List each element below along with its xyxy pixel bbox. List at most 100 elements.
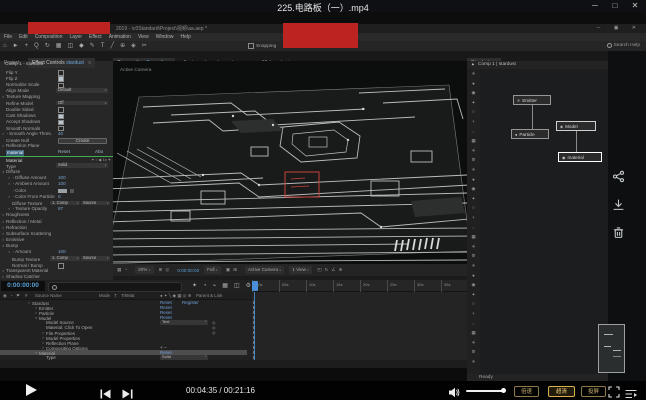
node-type-icon[interactable]: ✳ (467, 263, 480, 269)
node-type-icon[interactable]: ▦ (467, 138, 480, 144)
node-type-icon[interactable]: ✦ (467, 196, 480, 202)
column-parent-link[interactable]: Parent & Link (196, 293, 222, 298)
menu-animation[interactable]: Animation (109, 34, 131, 40)
player-button-item[interactable]: 超清 (548, 386, 575, 397)
node-type-icon[interactable]: ○ (467, 109, 480, 114)
type-tool-icon[interactable]: T (101, 42, 105, 50)
selection-tool-icon[interactable]: ► (13, 42, 19, 50)
viewer-timecode[interactable]: 0:00:00:00 (177, 268, 199, 273)
volume-button[interactable] (448, 385, 460, 400)
node-type-icon[interactable]: + (467, 215, 480, 220)
guides-icon[interactable]: ⊞ (233, 267, 237, 272)
reset-link[interactable]: Reset (58, 149, 70, 155)
node-type-icon[interactable]: ○ (467, 205, 480, 210)
node-type-icon[interactable]: ◉ (467, 90, 480, 96)
snapping-toggle[interactable]: Snapping (248, 43, 276, 49)
column-source-name[interactable]: Source Name (35, 293, 62, 298)
snapshot-icon[interactable]: ◎ (165, 267, 169, 272)
column-trkmat[interactable]: TrkMat (121, 293, 135, 298)
dropdown-source[interactable]: Source∨ (81, 256, 110, 261)
node-type-icon[interactable]: ◌ (467, 225, 480, 230)
dropdown-refine-model[interactable]: Off∨ (56, 101, 108, 106)
menu-composition[interactable]: Composition (35, 34, 63, 40)
motion-blur-icon[interactable]: ▦ (222, 282, 228, 290)
node-type-icon[interactable]: ⚙ (467, 349, 480, 355)
color-swatch[interactable] (58, 189, 67, 193)
node-type-icon[interactable]: ☀ (467, 244, 480, 250)
play-button[interactable] (26, 384, 37, 396)
node-type-icon[interactable]: ▦ (467, 330, 480, 336)
frame-blending-icon[interactable]: ⌁ (213, 282, 217, 290)
composition-viewer[interactable]: Active Camera (113, 61, 467, 264)
region-of-interest-icon[interactable]: ▣ (226, 267, 230, 272)
volume-handle[interactable] (501, 388, 506, 393)
node-particle[interactable]: ●Particle (511, 129, 549, 139)
eraser-tool-icon[interactable]: ◈ (131, 42, 136, 50)
node-type-icon[interactable]: ◉ (467, 186, 480, 192)
node-type-icon[interactable]: ⚙ (467, 253, 480, 259)
node-type-icon[interactable]: ✦ (467, 100, 480, 106)
download-button[interactable] (610, 196, 626, 212)
settings-icon[interactable]: ⚙ (246, 282, 251, 290)
shape-tool-icon[interactable]: ◆ (79, 42, 84, 50)
node-type-icon[interactable]: ✦ (467, 292, 480, 298)
brush-tool-icon[interactable]: ╱ (110, 42, 114, 50)
minimize-button[interactable]: ─ (588, 1, 602, 10)
node-material[interactable]: ◉material (558, 152, 602, 162)
dropdown-align-mode[interactable]: Default∨ (56, 88, 108, 93)
hand-tool-icon[interactable]: + (25, 42, 29, 50)
dropdown-type[interactable]: Solid∨ (160, 355, 208, 359)
share-button[interactable] (610, 168, 626, 184)
node-type-icon[interactable]: ● (467, 273, 480, 278)
home-icon[interactable]: ⌂ (3, 42, 7, 50)
volume-slider[interactable] (466, 390, 504, 392)
player-button-item[interactable]: 投屏 (581, 386, 606, 397)
composition-mini-flowchart-icon[interactable]: ✦ (192, 282, 197, 290)
draft-3d-icon[interactable]: ◔ (203, 282, 207, 290)
puppet-tool-icon[interactable]: ✂ (142, 42, 147, 50)
pan-behind-tool-icon[interactable]: ◫ (67, 42, 73, 50)
column-mode[interactable]: Mode (99, 293, 110, 298)
dropdown-type[interactable]: Solid∨ (56, 163, 108, 168)
video-area[interactable]: 2019 - \c0Standard\Project\视频\aa.aep * ─… (0, 12, 646, 381)
stardust-node-canvas[interactable] (480, 69, 608, 374)
node-type-icon[interactable]: ✳ (467, 71, 480, 77)
node-type-icon[interactable]: + (467, 119, 480, 124)
fullscreen-button[interactable] (608, 385, 620, 400)
panel-menu-icon[interactable]: ≡ (88, 60, 91, 66)
pixel-aspect-icon[interactable]: ◰ (317, 267, 321, 272)
view-layout-dropdown[interactable]: 1 View∨ (289, 266, 312, 274)
next-button[interactable] (122, 386, 133, 400)
node-type-icon[interactable]: ☀ (467, 340, 480, 346)
timeline-timecode[interactable]: 0:00:00:00 (1, 281, 45, 291)
menu-effect[interactable]: Effect (89, 34, 102, 40)
zoom-tool-icon[interactable]: Q (34, 42, 39, 50)
menu-window[interactable]: Window (156, 34, 174, 40)
mask-visibility-icon[interactable]: ◔ (124, 267, 127, 272)
snapping-checkbox[interactable] (248, 43, 254, 49)
node-type-icon[interactable]: ⚙ (467, 157, 480, 163)
node-type-icon[interactable]: ◉ (467, 282, 480, 288)
close-button[interactable]: ✕ (628, 1, 642, 10)
node-emitter[interactable]: ✳Emitter (513, 95, 551, 105)
clone-stamp-tool-icon[interactable]: ⊕ (120, 42, 125, 50)
rotate-tool-icon[interactable]: ↻ (45, 42, 50, 50)
dropdown-layer[interactable]: 1. Comp∨ (50, 201, 80, 206)
resolution-dropdown[interactable]: Full∨ (204, 266, 221, 274)
menu-layer[interactable]: Layer (69, 34, 82, 40)
delete-button[interactable] (610, 224, 626, 240)
node-type-icon[interactable]: ✳ (467, 359, 480, 365)
timeline-ruler[interactable]: :00s05s10s15s20s25s30s35s (252, 280, 467, 292)
menu-file[interactable]: File (4, 34, 12, 40)
magnification-dropdown[interactable]: 20%∨ (135, 266, 153, 274)
effect-row-material[interactable]: materialResetAbo (0, 149, 113, 156)
camera-tool-icon[interactable]: ▦ (56, 42, 62, 50)
node-type-icon[interactable]: ◌ (467, 321, 480, 326)
menu-view[interactable]: View (138, 34, 149, 40)
maximize-button[interactable]: □ (608, 1, 622, 10)
graph-editor-icon[interactable]: ◫ (234, 282, 240, 290)
previous-button[interactable] (100, 386, 111, 400)
player-button-item[interactable]: 倍速 (514, 386, 539, 397)
column-t[interactable]: T (114, 293, 117, 298)
refresh-icon[interactable]: ↻ (325, 267, 329, 272)
